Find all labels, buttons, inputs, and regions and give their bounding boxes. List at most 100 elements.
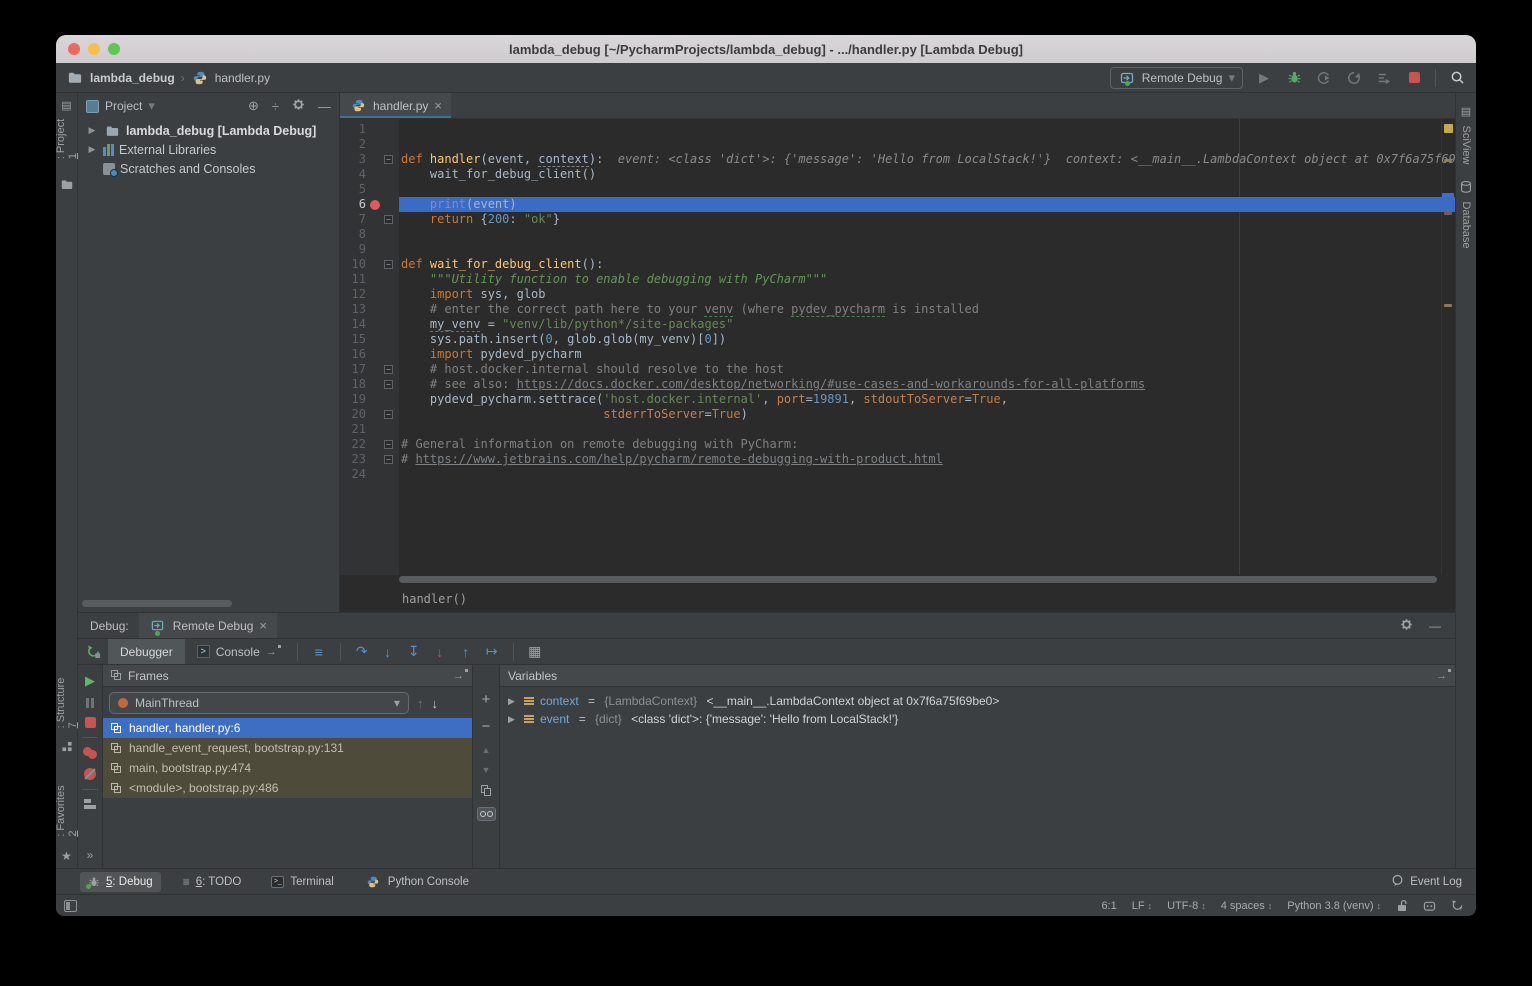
fold-marker-icon[interactable]: − xyxy=(384,215,393,224)
fold-slot[interactable] xyxy=(384,197,397,212)
breakpoint-slot[interactable] xyxy=(366,272,384,287)
more-options-button[interactable]: » xyxy=(87,848,94,862)
gutter-cell[interactable]: 13 xyxy=(340,302,399,317)
tree-item-scratches[interactable]: Scratches and Consoles xyxy=(78,159,339,178)
tool-stripe-sciview[interactable]: SciView xyxy=(1460,126,1472,165)
fold-slot[interactable]: − xyxy=(384,212,397,227)
fold-slot[interactable]: − xyxy=(384,377,397,392)
frame-row[interactable]: handle_event_request, bootstrap.py:131 xyxy=(103,738,472,758)
toolwindow-python[interactable]: Python Console xyxy=(356,872,477,892)
breakpoint-slot[interactable] xyxy=(366,197,384,212)
gutter-cell[interactable]: 9 xyxy=(340,242,399,257)
remove-watch-button[interactable]: − xyxy=(482,718,491,735)
tool-stripe-database[interactable]: Database xyxy=(1460,201,1472,248)
breakpoint-slot[interactable] xyxy=(366,422,384,437)
step-into-my-code-button[interactable]: ↧ xyxy=(401,643,427,660)
collapse-all-button[interactable]: ÷ xyxy=(272,99,279,114)
breakpoint-slot[interactable] xyxy=(366,347,384,362)
fold-slot[interactable] xyxy=(384,122,397,137)
profiler-button[interactable] xyxy=(1345,69,1363,87)
code-area[interactable]: 123−def handler(event, context): event: … xyxy=(340,119,1455,575)
interpreter-selector[interactable]: Python 3.8 (venv)↕ xyxy=(1287,900,1381,912)
mute-breakpoints-button[interactable] xyxy=(84,768,96,780)
editor-tab-handler[interactable]: handler.py × xyxy=(340,93,451,118)
gutter-cell[interactable]: 15 xyxy=(340,332,399,347)
project-horizontal-scrollbar[interactable] xyxy=(82,600,232,607)
debug-button[interactable] xyxy=(1285,69,1303,87)
run-to-cursor-button[interactable]: ↦ xyxy=(479,643,505,660)
fold-slot[interactable] xyxy=(384,227,397,242)
resume-button[interactable]: ▶ xyxy=(85,673,95,689)
variable-row[interactable]: ▶context = {LambdaContext} <__main__.Lam… xyxy=(500,692,1455,710)
gutter-cell[interactable]: 8 xyxy=(340,227,399,242)
breakpoint-slot[interactable] xyxy=(366,377,384,392)
gutter-cell[interactable]: 14 xyxy=(340,317,399,332)
tool-stripe-project[interactable]: : Project1 xyxy=(56,119,79,159)
breakpoint-slot[interactable] xyxy=(366,317,384,332)
tab-debugger[interactable]: Debugger xyxy=(108,639,185,664)
tool-stripe-structure[interactable]: : Structure7 xyxy=(56,678,79,729)
run-with-coverage-button[interactable] xyxy=(1315,69,1333,87)
show-watches-toggle[interactable] xyxy=(477,807,496,821)
fold-slot[interactable]: − xyxy=(384,362,397,377)
tool-window-menu-icon[interactable]: ▤ xyxy=(61,99,71,112)
toolwindow-terminal[interactable]: >_Terminal xyxy=(263,872,341,892)
breakpoint-slot[interactable] xyxy=(366,407,384,422)
gutter-cell[interactable]: 6 xyxy=(340,197,399,212)
debug-session-tab[interactable]: Remote Debug × xyxy=(139,613,277,638)
tree-item-folder[interactable]: ▶lambda_debug [Lambda Debug] xyxy=(78,121,339,140)
ide-status-icon[interactable] xyxy=(1423,900,1436,912)
fold-slot[interactable]: − xyxy=(384,452,397,467)
readonly-lock-icon[interactable] xyxy=(1396,899,1408,912)
view-breakpoints-button[interactable] xyxy=(83,747,97,759)
gutter-cell[interactable]: 12 xyxy=(340,287,399,302)
breakpoint-slot[interactable] xyxy=(366,332,384,347)
gutter-cell[interactable]: 3− xyxy=(340,152,399,167)
breakpoint-slot[interactable] xyxy=(366,227,384,242)
fold-slot[interactable] xyxy=(384,302,397,317)
gutter-cell[interactable]: 5 xyxy=(340,182,399,197)
gutter-cell[interactable]: 11 xyxy=(340,272,399,287)
fold-slot[interactable] xyxy=(384,317,397,332)
fold-marker-icon[interactable]: − xyxy=(384,410,393,419)
fold-slot[interactable] xyxy=(384,422,397,437)
fold-slot[interactable] xyxy=(384,182,397,197)
tab-console[interactable]: > Console → xyxy=(185,639,289,664)
expand-arrow-icon[interactable]: ▶ xyxy=(86,144,98,155)
search-everywhere-button[interactable] xyxy=(1448,69,1466,87)
fold-slot[interactable] xyxy=(384,242,397,257)
frame-row[interactable]: main, bootstrap.py:474 xyxy=(103,758,472,778)
fold-marker-icon[interactable]: − xyxy=(384,155,393,164)
gutter-cell[interactable]: 7− xyxy=(340,212,399,227)
close-session-icon[interactable]: × xyxy=(259,618,267,633)
float-panel-icon[interactable]: → xyxy=(1436,670,1447,682)
breakpoint-slot[interactable] xyxy=(366,452,384,467)
show-execution-point-button[interactable]: ≡ xyxy=(306,644,332,660)
project-view-title[interactable]: Project xyxy=(105,99,142,113)
fold-slot[interactable] xyxy=(384,167,397,182)
evaluate-expression-button[interactable]: ▦ xyxy=(522,643,548,660)
fold-marker-icon[interactable]: − xyxy=(384,380,393,389)
event-log-button[interactable]: Event Log xyxy=(1391,874,1462,890)
toggle-tool-windows-icon[interactable] xyxy=(64,900,77,912)
gutter-cell[interactable]: 10− xyxy=(340,257,399,272)
gutter-cell[interactable]: 2 xyxy=(340,137,399,152)
editor-breadcrumb[interactable]: handler() xyxy=(340,585,1455,612)
move-watch-up-button[interactable]: ▲ xyxy=(482,745,491,755)
fold-slot[interactable]: − xyxy=(384,437,397,452)
gutter-cell[interactable]: 16 xyxy=(340,347,399,362)
pause-button[interactable] xyxy=(86,698,94,708)
gutter-cell[interactable]: 23− xyxy=(340,452,399,467)
gutter-cell[interactable]: 19 xyxy=(340,392,399,407)
indent-selector[interactable]: 4 spaces↕ xyxy=(1221,900,1273,912)
fold-slot[interactable] xyxy=(384,467,397,482)
fold-slot[interactable] xyxy=(384,287,397,302)
titlebar[interactable]: lambda_debug [~/PycharmProjects/lambda_d… xyxy=(56,35,1476,63)
gutter-cell[interactable]: 18− xyxy=(340,377,399,392)
breadcrumb-file[interactable]: handler.py xyxy=(215,71,270,85)
fold-slot[interactable] xyxy=(384,137,397,152)
breakpoint-slot[interactable] xyxy=(366,122,384,137)
encoding-selector[interactable]: UTF-8↕ xyxy=(1167,900,1206,912)
fold-marker-icon[interactable]: − xyxy=(384,440,393,449)
minimize-window-button[interactable] xyxy=(88,43,100,55)
